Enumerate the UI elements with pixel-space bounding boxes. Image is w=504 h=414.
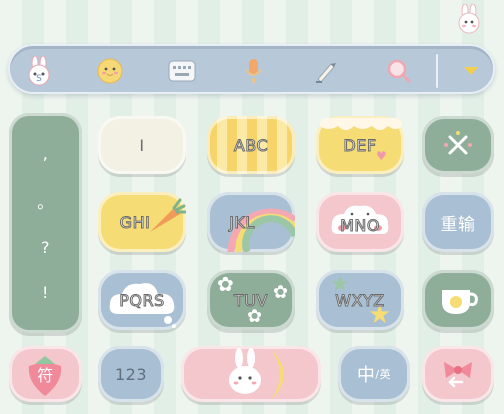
- key-6[interactable]: MNO: [316, 192, 404, 252]
- key-9-label: WXYZ: [335, 290, 385, 310]
- retype-label: 重输: [440, 214, 476, 235]
- heart-icon: ♥: [376, 149, 388, 163]
- rabbit-avatar-icon: [456, 3, 482, 34]
- toolbar-divider: [436, 54, 438, 88]
- key-1-label: I: [139, 135, 145, 155]
- key-7[interactable]: PQRS: [98, 270, 186, 330]
- collapse-arrow-icon[interactable]: [456, 56, 486, 86]
- bow-return-icon: [444, 362, 472, 388]
- key-4-label: GHI: [119, 212, 151, 232]
- key-9[interactable]: ★ ★ WXYZ: [316, 270, 404, 330]
- microphone-icon[interactable]: [238, 56, 268, 86]
- symbol-key[interactable]: 符: [9, 346, 82, 402]
- key-6-label: MNO: [340, 215, 380, 235]
- language-switch-key[interactable]: 中 /英: [338, 346, 410, 402]
- bunny-moon-icon: [229, 348, 284, 400]
- key-3-label: DEF: [343, 135, 377, 155]
- language-main-label: 中: [356, 365, 376, 386]
- teacup-icon: [442, 290, 478, 314]
- emoji-face-icon[interactable]: [95, 56, 125, 86]
- toolbar: S: [8, 44, 495, 94]
- key-4[interactable]: GHI: [98, 192, 186, 252]
- key-2[interactable]: ABC: [207, 116, 295, 174]
- key-8[interactable]: ✿ ✿ ✿ TUV: [207, 270, 295, 330]
- language-sub-label: /英: [375, 368, 392, 381]
- clear-key[interactable]: [422, 116, 494, 174]
- keyboard-icon[interactable]: [167, 56, 197, 86]
- symbol-period[interactable]: 。: [37, 189, 54, 213]
- key-3[interactable]: DEF ♥: [316, 116, 404, 174]
- number-key[interactable]: 123: [98, 346, 164, 402]
- symbol-comma[interactable]: ,: [43, 144, 49, 163]
- search-icon[interactable]: [384, 56, 414, 86]
- carrot-icon: [150, 198, 186, 232]
- daisy-icon: ✿: [217, 272, 235, 296]
- key-5-label: JKL: [229, 212, 255, 232]
- key-2-label: ABC: [233, 135, 269, 155]
- key-5[interactable]: JKL: [207, 192, 295, 252]
- key-1[interactable]: I: [98, 116, 186, 174]
- svg-text:S: S: [36, 74, 42, 84]
- symbol-exclamation[interactable]: !: [42, 283, 49, 302]
- daisy-icon: ✿: [273, 282, 289, 303]
- symbol-key-label: 符: [37, 366, 54, 385]
- rabbit-logo-icon[interactable]: S: [24, 56, 54, 86]
- space-key[interactable]: [181, 346, 321, 402]
- key-8-label: TUV: [234, 290, 268, 310]
- retype-key[interactable]: 重输: [422, 192, 494, 252]
- return-key[interactable]: [422, 346, 494, 402]
- symbol-column: , 。 ? !: [9, 113, 82, 333]
- pen-icon[interactable]: [311, 56, 341, 86]
- number-key-label: 123: [114, 364, 148, 384]
- key-7-label: PQRS: [119, 290, 165, 310]
- enter-key[interactable]: [422, 270, 494, 330]
- cream-drip-icon: [320, 118, 402, 130]
- symbol-question[interactable]: ?: [41, 238, 50, 257]
- clear-sparkle-icon: [444, 131, 472, 155]
